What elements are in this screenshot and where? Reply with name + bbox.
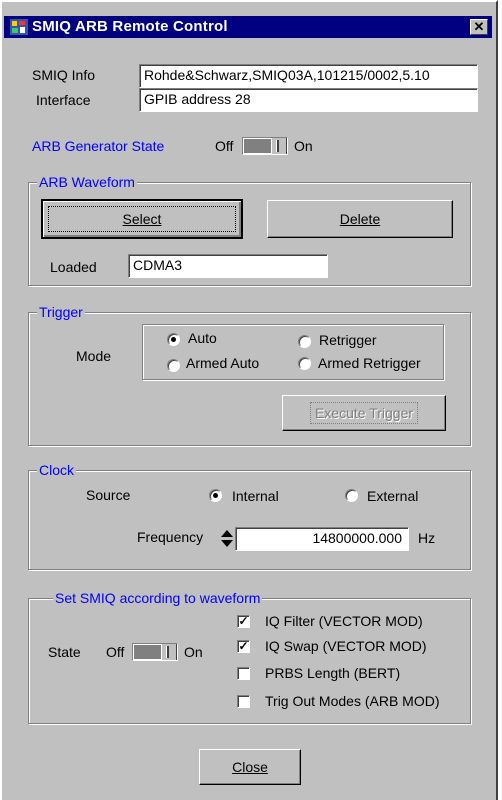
set-smiq-off-label: Off (106, 644, 125, 660)
toggle-track (134, 645, 162, 659)
spin-down-arrow (221, 540, 233, 547)
radio-auto[interactable] (167, 333, 180, 346)
toggle-knob (271, 138, 287, 154)
arb-waveform-legend: ARB Waveform (37, 174, 137, 190)
app-icon (10, 19, 28, 35)
set-smiq-legend: Set SMIQ according to waveform (53, 590, 263, 606)
dialog-window: SMIQ ARB Remote Control ✕ SMIQ Info Rohd… (0, 0, 498, 800)
delete-button[interactable]: Delete (267, 200, 453, 238)
delete-button-label: Delete (339, 211, 381, 227)
radio-external[interactable] (345, 489, 358, 502)
arb-generator-state-label: ARB Generator State (32, 138, 165, 154)
radio-armed-auto[interactable] (167, 359, 180, 372)
checkbox-iq-filter-label: IQ Filter (VECTOR MOD) (265, 613, 423, 629)
frequency-input[interactable]: 14800000.000 (235, 527, 409, 551)
radio-armed-retrigger[interactable] (298, 357, 311, 370)
checkbox-iq-swap[interactable]: ✓ (237, 640, 250, 653)
radio-armed-retrigger-label: Armed Retrigger (318, 355, 421, 371)
clock-group: Clock (28, 462, 471, 570)
clock-source-label: Source (86, 487, 131, 503)
arb-state-off-label: Off (215, 138, 234, 154)
window-title: SMIQ ARB Remote Control (32, 18, 228, 35)
radio-armed-auto-label: Armed Auto (186, 355, 260, 371)
radio-external-label: External (367, 488, 419, 504)
trigger-legend: Trigger (37, 304, 85, 320)
interface-label: Interface (36, 92, 91, 108)
toggle-track (244, 139, 272, 153)
smiq-info-field: Rohde&Schwarz,SMIQ03A,101215/0002,5.10 (139, 64, 478, 88)
checkbox-trig-out-modes-label: Trig Out Modes (ARB MOD) (265, 693, 440, 709)
select-button[interactable]: Select (41, 199, 243, 239)
smiq-info-label: SMIQ Info (32, 67, 96, 83)
checkbox-prbs-length-label: PRBS Length (BERT) (265, 665, 401, 681)
checkbox-prbs-length[interactable] (237, 667, 250, 680)
loaded-label: Loaded (50, 259, 97, 275)
checkbox-iq-swap-label: IQ Swap (VECTOR MOD) (265, 638, 427, 654)
radio-auto-label: Auto (188, 330, 217, 346)
radio-retrigger[interactable] (298, 335, 311, 348)
close-button[interactable]: Close (199, 749, 301, 785)
loaded-field: CDMA3 (128, 254, 328, 278)
spin-up-arrow (221, 530, 233, 537)
set-smiq-state-toggle[interactable] (132, 643, 178, 661)
close-window-button[interactable]: ✕ (470, 19, 488, 35)
clock-legend: Clock (37, 462, 77, 478)
radio-internal[interactable] (209, 489, 222, 502)
set-smiq-state-label: State (48, 644, 81, 660)
trigger-mode-label: Mode (76, 348, 112, 364)
arb-state-toggle[interactable] (242, 137, 288, 155)
set-smiq-on-label: On (184, 644, 203, 660)
arb-state-on-label: On (294, 138, 313, 154)
title-bar: SMIQ ARB Remote Control ✕ (4, 16, 492, 38)
radio-retrigger-label: Retrigger (319, 332, 377, 348)
close-button-label: Close (232, 759, 268, 775)
checkbox-trig-out-modes[interactable] (237, 695, 250, 708)
frequency-unit: Hz (418, 530, 436, 546)
toggle-knob (161, 644, 177, 660)
execute-trigger-label: Execute Trigger (309, 402, 419, 424)
execute-trigger-button[interactable]: Execute Trigger (282, 395, 446, 431)
spin-updown-icon[interactable] (221, 528, 233, 548)
frequency-label: Frequency (137, 529, 204, 545)
focus-rect (48, 206, 236, 232)
radio-internal-label: Internal (232, 488, 279, 504)
interface-field: GPIB address 28 (139, 88, 478, 112)
checkbox-iq-filter[interactable]: ✓ (237, 615, 250, 628)
